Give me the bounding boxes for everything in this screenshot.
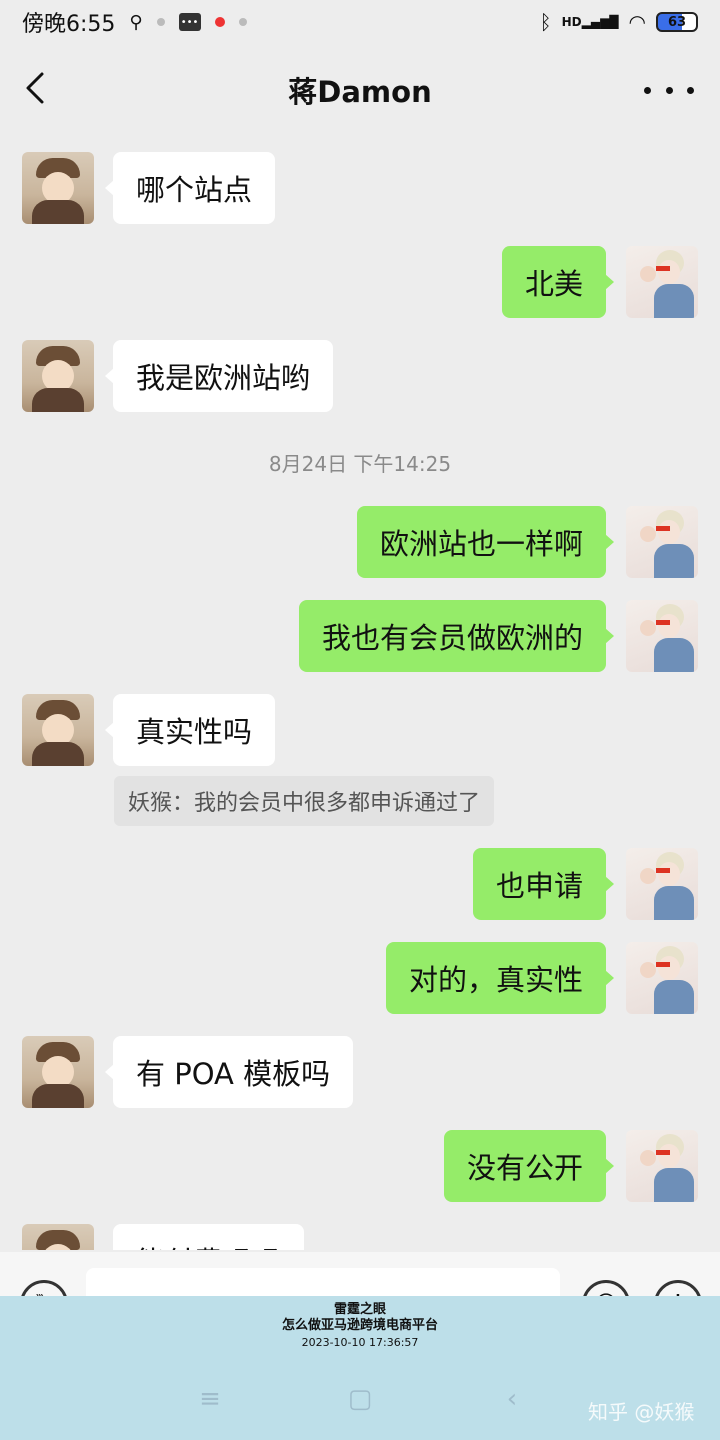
message-bubble-incoming[interactable]: 我是欧洲站哟	[104, 340, 334, 412]
message-bubble-outgoing[interactable]: 对的，真实性	[385, 942, 615, 1014]
status-bar: 傍晚6:55 ⚲ ••• ᛒ HD▂▄▆█ ◠ 63	[0, 0, 720, 44]
message-list[interactable]: 哪个站点 北美 我是欧洲站哟 8月24日 下午14:25 欧洲站也一样啊 我也有…	[0, 130, 720, 1250]
back-button[interactable]	[20, 68, 60, 108]
message-text: 能付费吗吗	[136, 1239, 281, 1250]
more-icon-dot	[665, 86, 673, 94]
app-notification-icon	[214, 17, 225, 27]
watermark-datetime: 2023-10-10 17:36:57	[301, 1336, 419, 1349]
message-text: 哪个站点	[136, 173, 253, 207]
message-bubble-incoming[interactable]: 有 POA 模板吗	[104, 1036, 354, 1108]
network-type: HD	[561, 15, 582, 29]
more-icon-dot	[687, 86, 694, 94]
notification-dot-icon-2	[238, 18, 247, 26]
system-menu-button[interactable]: ≡	[190, 1384, 230, 1424]
contact-avatar[interactable]	[22, 1224, 94, 1250]
my-avatar[interactable]	[626, 506, 698, 578]
battery-icon: 63	[656, 12, 698, 32]
message-text: 对的，真实性	[408, 963, 583, 997]
message-text: 我是欧洲站哟	[136, 361, 311, 395]
message-bubble-outgoing[interactable]: 欧洲站也一样啊	[356, 506, 615, 578]
message-text: 欧洲站也一样啊	[379, 527, 583, 561]
contact-avatar[interactable]	[22, 340, 94, 412]
message-text: 真实性吗	[136, 715, 253, 749]
contact-avatar[interactable]	[22, 1036, 94, 1108]
message-bubble-outgoing[interactable]: 没有公开	[443, 1130, 615, 1202]
battery-level: 63	[667, 14, 687, 30]
my-avatar[interactable]	[626, 1130, 698, 1202]
my-avatar[interactable]	[626, 246, 698, 318]
bluetooth-icon: ᛒ	[539, 10, 552, 34]
notification-dot-icon	[156, 18, 165, 26]
message-bubble-outgoing[interactable]: 北美	[501, 246, 615, 318]
status-time: 傍晚6:55	[22, 12, 116, 37]
contact-avatar[interactable]	[22, 152, 94, 224]
system-back-button[interactable]: ‹	[492, 1384, 532, 1424]
contact-avatar[interactable]	[22, 694, 94, 766]
more-icon	[644, 86, 651, 94]
quote-text: 妖猴：我的会员中很多都申诉通过了	[128, 791, 481, 816]
watermark-overlay: 雷霆之眼 怎么做亚马逊跨境电商平台 2023-10-10 17:36:57 ≡ …	[0, 1296, 720, 1440]
message-text: 有 POA 模板吗	[136, 1057, 331, 1091]
message-bubble-incoming[interactable]: 能付费吗吗	[113, 1224, 305, 1250]
my-avatar[interactable]	[626, 600, 698, 672]
watermark-subtitle: 怎么做亚马逊跨境电商平台	[281, 1318, 438, 1333]
message-bubble-outgoing[interactable]: 也申请	[472, 848, 615, 920]
wifi-icon: ◠	[628, 10, 646, 34]
message-bubble-incoming[interactable]: 真实性吗	[104, 694, 276, 766]
message-text: 北美	[524, 267, 583, 301]
my-avatar[interactable]	[626, 942, 698, 1014]
message-text: 也申请	[495, 869, 583, 903]
quoted-message[interactable]: 妖猴：我的会员中很多都申诉通过了	[114, 776, 495, 826]
signal-icon: HD▂▄▆█	[561, 15, 619, 29]
zhihu-watermark: 知乎 @妖猴	[588, 1400, 695, 1424]
message-notification-icon: •••	[178, 13, 201, 31]
location-icon: ⚲	[129, 11, 143, 33]
chat-header: 蒋Damon	[0, 50, 720, 130]
back-icon	[26, 72, 44, 104]
message-text: 没有公开	[466, 1151, 583, 1185]
message-bubble-incoming[interactable]: 哪个站点	[104, 152, 276, 224]
chat-title: 蒋Damon	[288, 75, 432, 109]
message-bubble-outgoing[interactable]: 我也有会员做欧洲的	[298, 600, 615, 672]
message-text: 我也有会员做欧洲的	[321, 621, 583, 655]
more-button[interactable]	[644, 70, 694, 110]
my-avatar[interactable]	[626, 848, 698, 920]
message-timestamp: 8月24日 下午14:25	[268, 452, 452, 476]
system-home-button[interactable]: ▢	[340, 1384, 380, 1424]
